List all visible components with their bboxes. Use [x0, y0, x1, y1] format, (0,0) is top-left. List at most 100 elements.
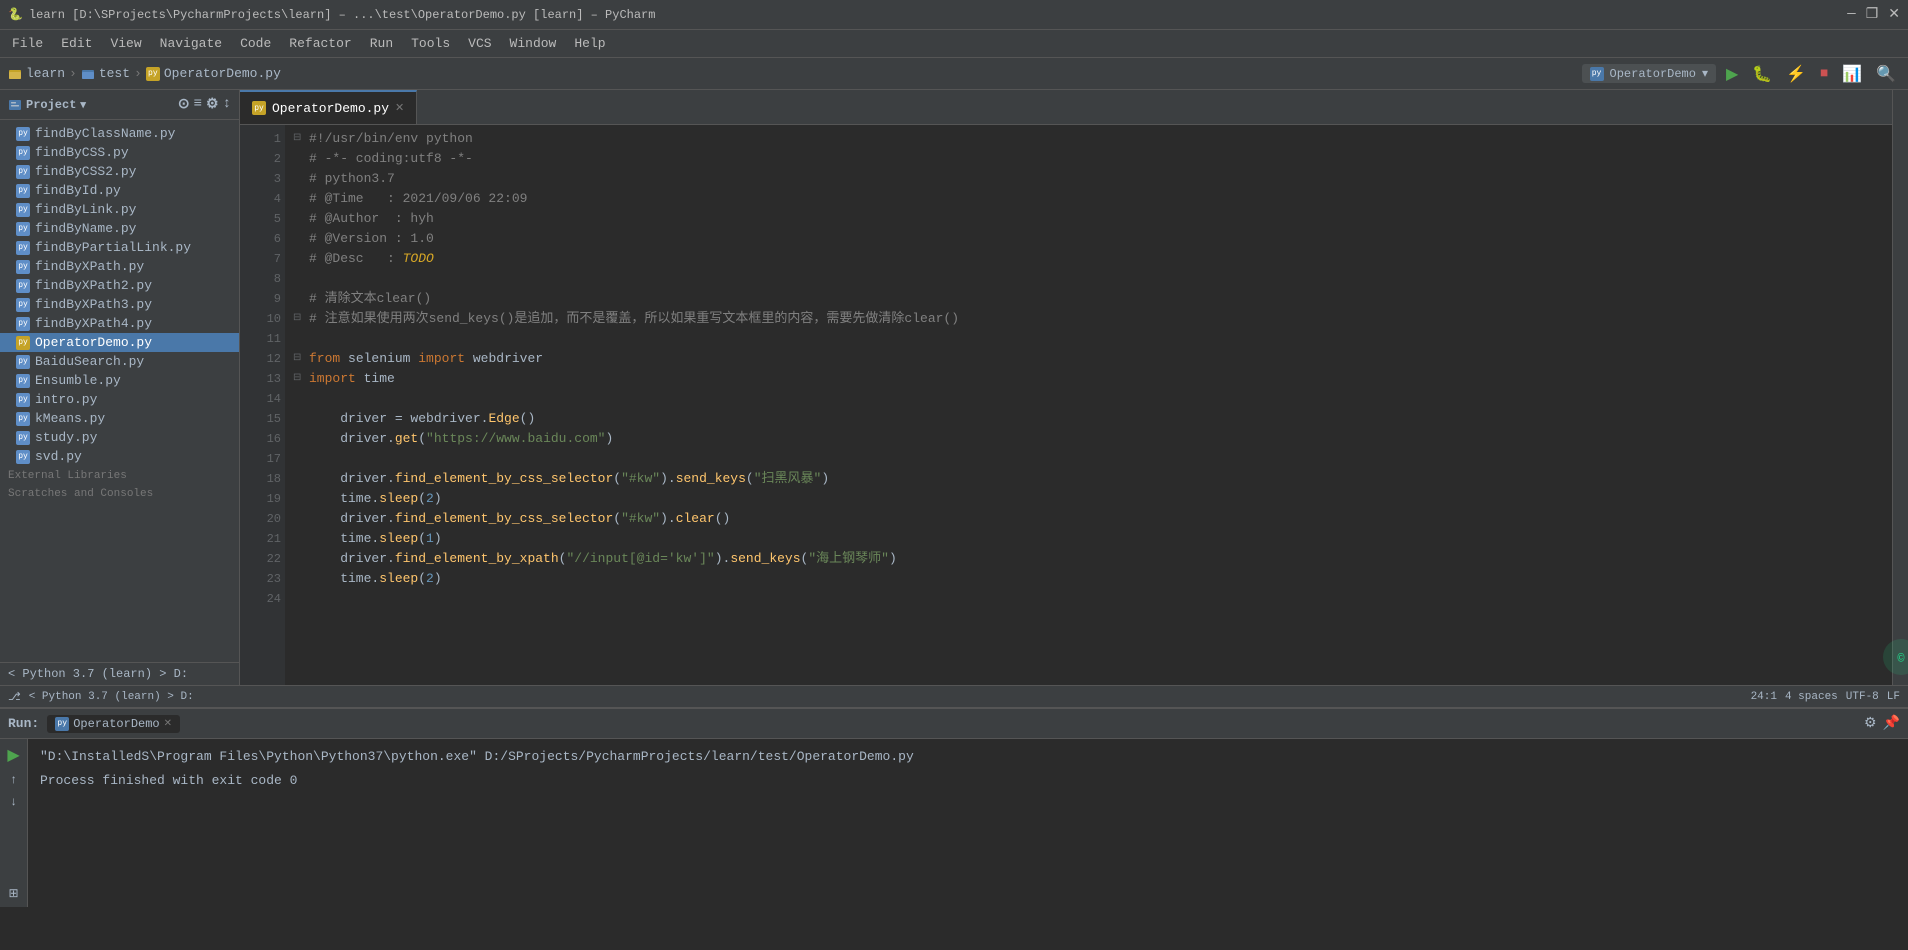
breadcrumb-file[interactable]: py OperatorDemo.py — [146, 66, 281, 81]
sidebar-collapse-icon[interactable]: ≡ — [194, 96, 202, 113]
file-findByPartialLink[interactable]: py findByPartialLink.py — [0, 238, 239, 257]
file-svd[interactable]: py svd.py — [0, 447, 239, 466]
file-findByXPath4[interactable]: py findByXPath4.py — [0, 314, 239, 333]
debug-button[interactable]: 🐛 — [1748, 62, 1776, 86]
breadcrumb-project[interactable]: learn — [8, 66, 65, 81]
menu-file[interactable]: File — [4, 33, 51, 54]
close-button[interactable]: ✕ — [1888, 6, 1900, 23]
sidebar-scroll-icon[interactable]: ↕ — [223, 96, 231, 113]
breadcrumb-sep-1: › — [69, 66, 77, 81]
code-line-1: ⊟ #!/usr/bin/env python — [293, 129, 1884, 149]
scratches-consoles[interactable]: Scratches and Consoles — [0, 484, 239, 502]
run-panel: Run: py OperatorDemo ✕ ⚙ 📌 ▶ ↑ ↓ ⊞ "D:\I… — [0, 707, 1908, 907]
file-findByXPath2[interactable]: py findByXPath2.py — [0, 276, 239, 295]
code-editor[interactable]: 12345 678910 1112131415 1617181920 21222… — [240, 125, 1892, 685]
menu-view[interactable]: View — [102, 33, 149, 54]
python-status[interactable]: < Python 3.7 (learn) > D: — [29, 691, 194, 703]
stop-button[interactable]: ⏹ — [1816, 63, 1832, 85]
sidebar-header-icons: ⊙ ≡ ⚙ ↕ — [178, 96, 231, 113]
terminal-button[interactable]: ⊞ — [6, 884, 20, 903]
menu-refactor[interactable]: Refactor — [281, 33, 359, 54]
toolbar-right: py OperatorDemo ▾ ▶ 🐛 ⚡ ⏹ 📊 🔍 — [1582, 62, 1900, 86]
file-findByLink[interactable]: py findByLink.py — [0, 200, 239, 219]
tab-operator-demo[interactable]: py OperatorDemo.py ✕ — [240, 90, 417, 124]
code-content[interactable]: ⊟ #!/usr/bin/env python # -*- coding:utf… — [285, 125, 1892, 685]
scroll-down-button[interactable]: ↓ — [8, 793, 19, 811]
run-config[interactable]: py OperatorDemo ▾ — [1582, 64, 1716, 83]
line-sep-info[interactable]: LF — [1887, 691, 1900, 703]
menu-navigate[interactable]: Navigate — [152, 33, 230, 54]
run-panel-header: Run: py OperatorDemo ✕ ⚙ 📌 — [0, 709, 1908, 739]
run-panel-pin-icon[interactable]: 📌 — [1883, 715, 1900, 732]
code-line-13: ⊟ import time — [293, 369, 1884, 389]
file-findByClassName[interactable]: py findByClassName.py — [0, 124, 239, 143]
py-icon: py — [16, 146, 30, 160]
scroll-up-button[interactable]: ↑ — [8, 771, 19, 789]
code-line-9: # 清除文本clear() — [293, 289, 1884, 309]
code-line-24 — [293, 589, 1884, 609]
sidebar-footer: < Python 3.7 (learn) > D: — [0, 662, 239, 685]
fold-12[interactable]: ⊟ — [293, 349, 309, 369]
run-button[interactable]: ▶ — [1722, 62, 1742, 86]
fold-13[interactable]: ⊟ — [293, 369, 309, 389]
run-panel-icons: ⚙ 📌 — [1864, 715, 1900, 732]
menu-help[interactable]: Help — [566, 33, 613, 54]
py-icon: py — [16, 222, 30, 236]
external-libraries[interactable]: External Libraries — [0, 466, 239, 484]
encoding-info[interactable]: UTF-8 — [1846, 691, 1879, 703]
title-bar-controls[interactable]: — ❐ ✕ — [1847, 6, 1900, 23]
code-line-5: # @Author : hyh — [293, 209, 1884, 229]
code-line-8 — [293, 269, 1884, 289]
menu-tools[interactable]: Tools — [403, 33, 458, 54]
run-tab-close[interactable]: ✕ — [164, 718, 172, 730]
file-BaiduSearch[interactable]: py BaiduSearch.py — [0, 352, 239, 371]
sidebar: Project ▾ ⊙ ≡ ⚙ ↕ py findByClassName.py … — [0, 90, 240, 685]
status-right: 24:1 4 spaces UTF-8 LF — [1751, 691, 1900, 703]
file-findByXPath3[interactable]: py findByXPath3.py — [0, 295, 239, 314]
py-icon: py — [16, 431, 30, 445]
status-left: ⎇ < Python 3.7 (learn) > D: — [8, 690, 194, 704]
sidebar-dropdown[interactable]: ▾ — [80, 98, 86, 112]
run-config-dropdown[interactable]: ▾ — [1702, 66, 1708, 81]
breadcrumb-test[interactable]: test — [81, 66, 130, 81]
file-findByCSS2[interactable]: py findByCSS2.py — [0, 162, 239, 181]
file-study[interactable]: py study.py — [0, 428, 239, 447]
file-Ensumble[interactable]: py Ensumble.py — [0, 371, 239, 390]
minimize-button[interactable]: — — [1847, 6, 1855, 23]
svg-text:©: © — [1897, 652, 1905, 666]
menu-vcs[interactable]: VCS — [460, 33, 499, 54]
menu-window[interactable]: Window — [502, 33, 565, 54]
right-scrollbar[interactable]: © — [1892, 90, 1908, 685]
tab-label: OperatorDemo.py — [272, 101, 389, 116]
file-intro[interactable]: py intro.py — [0, 390, 239, 409]
file-OperatorDemo[interactable]: py OperatorDemo.py — [0, 333, 239, 352]
file-findByCSS[interactable]: py findByCSS.py — [0, 143, 239, 162]
rerun-button[interactable]: ▶ — [5, 743, 21, 767]
run-config-icon: py — [1590, 67, 1604, 81]
fold-1[interactable]: ⊟ — [293, 129, 309, 149]
file-findByName[interactable]: py findByName.py — [0, 219, 239, 238]
file-findByXPath[interactable]: py findByXPath.py — [0, 257, 239, 276]
search-button[interactable]: 🔍 — [1872, 62, 1900, 86]
code-line-19: time.sleep(2) — [293, 489, 1884, 509]
file-kMeans[interactable]: py kMeans.py — [0, 409, 239, 428]
run-panel-title: Run: — [8, 716, 39, 731]
run-coverage-button[interactable]: ⚡ — [1782, 62, 1810, 86]
menu-run[interactable]: Run — [362, 33, 401, 54]
maximize-button[interactable]: ❐ — [1866, 6, 1879, 23]
code-line-10: ⊟ # 注意如果使用两次send_keys()是追加，而不是覆盖，所以如果重写文… — [293, 309, 1884, 329]
run-panel-settings-icon[interactable]: ⚙ — [1864, 715, 1877, 732]
profile-button[interactable]: 📊 — [1838, 62, 1866, 86]
title-bar: 🐍 learn [D:\SProjects\PycharmProjects\le… — [0, 0, 1908, 30]
fold-10[interactable]: ⊟ — [293, 309, 309, 329]
tab-close-button[interactable]: ✕ — [395, 101, 404, 115]
breadcrumb-sep-2: › — [134, 66, 142, 81]
sidebar-sync-icon[interactable]: ⊙ — [178, 96, 190, 113]
sidebar-settings-icon[interactable]: ⚙ — [206, 96, 219, 113]
code-line-22: driver.find_element_by_xpath("//input[@i… — [293, 549, 1884, 569]
menu-edit[interactable]: Edit — [53, 33, 100, 54]
file-findById[interactable]: py findById.py — [0, 181, 239, 200]
run-tab[interactable]: py OperatorDemo ✕ — [47, 715, 180, 733]
menu-code[interactable]: Code — [232, 33, 279, 54]
py-icon: py — [16, 317, 30, 331]
